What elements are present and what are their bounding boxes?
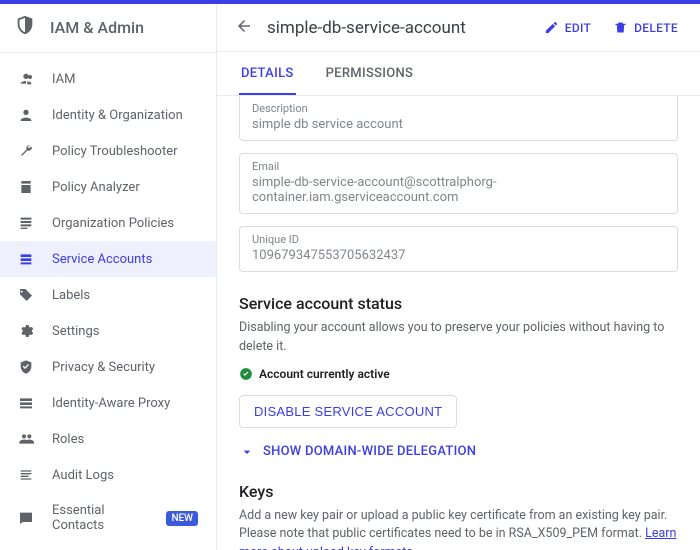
tag-icon xyxy=(18,287,34,303)
keys-helper: Add a new key pair or upload a public ke… xyxy=(239,507,678,550)
proxy-icon xyxy=(18,395,34,411)
arrow-left-icon xyxy=(235,17,253,35)
unique-id-field: Unique ID 109679347553705632437 xyxy=(239,226,678,272)
sidebar-item-org-policies[interactable]: Organization Policies xyxy=(0,205,216,241)
sidebar-list: IAM Identity & Organization Policy Troub… xyxy=(0,53,216,550)
analyzer-icon xyxy=(18,179,34,195)
check-circle-icon xyxy=(239,367,253,381)
sidebar-item-label: Identity & Organization xyxy=(52,108,183,123)
sidebar: IAM & Admin IAM Identity & Organization … xyxy=(0,4,217,550)
service-account-icon xyxy=(18,251,34,267)
product-header: IAM & Admin xyxy=(0,4,216,53)
shield-check-icon xyxy=(18,359,34,375)
tabs: DETAILS PERMISSIONS xyxy=(217,52,700,96)
disable-service-account-button[interactable]: DISABLE SERVICE ACCOUNT xyxy=(239,395,457,428)
sidebar-item-roles[interactable]: Roles xyxy=(0,421,216,457)
edit-label: EDIT xyxy=(565,21,591,35)
status-heading: Service account status xyxy=(239,294,678,313)
edit-button[interactable]: EDIT xyxy=(540,14,595,41)
details-content: Description simple db service account Em… xyxy=(217,96,700,550)
sidebar-item-label: Essential Contacts xyxy=(52,503,144,533)
main-panel: simple-db-service-account EDIT DELETE DE… xyxy=(217,4,700,550)
tab-permissions[interactable]: PERMISSIONS xyxy=(324,52,416,95)
people-icon xyxy=(18,71,34,87)
sidebar-item-label: Policy Analyzer xyxy=(52,180,140,195)
logs-icon xyxy=(18,467,34,483)
sidebar-item-labels[interactable]: Labels xyxy=(0,277,216,313)
email-label: Email xyxy=(252,160,665,173)
sidebar-item-label: Audit Logs xyxy=(52,468,114,483)
sidebar-item-policy-analyzer[interactable]: Policy Analyzer xyxy=(0,169,216,205)
sidebar-item-label: Labels xyxy=(52,288,90,303)
delete-button[interactable]: DELETE xyxy=(609,14,682,41)
sidebar-item-settings[interactable]: Settings xyxy=(0,313,216,349)
list-icon xyxy=(18,215,34,231)
contacts-icon xyxy=(18,510,34,526)
roles-icon xyxy=(18,431,34,447)
gear-icon xyxy=(18,323,34,339)
sidebar-item-iam[interactable]: IAM xyxy=(0,61,216,97)
delete-label: DELETE xyxy=(634,21,678,35)
shield-icon xyxy=(14,14,36,40)
sidebar-item-label: Organization Policies xyxy=(52,216,174,231)
product-title: IAM & Admin xyxy=(50,18,144,37)
sidebar-item-iap[interactable]: Identity-Aware Proxy xyxy=(0,385,216,421)
pencil-icon xyxy=(544,20,559,35)
person-icon xyxy=(18,107,34,123)
sidebar-item-service-accounts[interactable]: Service Accounts xyxy=(0,241,216,277)
main-header: simple-db-service-account EDIT DELETE xyxy=(217,4,700,52)
unique-id-value: 109679347553705632437 xyxy=(252,248,665,263)
back-button[interactable] xyxy=(235,17,253,39)
keys-heading: Keys xyxy=(239,482,678,501)
show-delegation-toggle[interactable]: SHOW DOMAIN-WIDE DELEGATION xyxy=(239,444,678,460)
email-field: Email simple-db-service-account@scottral… xyxy=(239,153,678,214)
chevron-down-icon xyxy=(239,444,255,460)
sidebar-item-label: Service Accounts xyxy=(52,252,152,267)
sidebar-item-identity-org[interactable]: Identity & Organization xyxy=(0,97,216,133)
keys-helper-text: Add a new key pair or upload a public ke… xyxy=(239,508,667,542)
sidebar-item-policy-troubleshooter[interactable]: Policy Troubleshooter xyxy=(0,133,216,169)
description-label: Description xyxy=(252,102,665,115)
status-helper: Disabling your account allows you to pre… xyxy=(239,319,678,357)
sidebar-item-label: Privacy & Security xyxy=(52,360,155,375)
trash-icon xyxy=(613,20,628,35)
sidebar-item-essential-contacts[interactable]: Essential Contacts NEW xyxy=(0,493,216,543)
unique-id-label: Unique ID xyxy=(252,233,665,246)
app-root: IAM & Admin IAM Identity & Organization … xyxy=(0,4,700,550)
status-row: Account currently active xyxy=(239,367,678,381)
email-value: simple-db-service-account@scottralphorg-… xyxy=(252,175,665,205)
new-badge: NEW xyxy=(166,511,198,526)
sidebar-item-groups[interactable]: Groups xyxy=(0,543,216,550)
description-field: Description simple db service account xyxy=(239,96,678,141)
sidebar-item-audit-logs[interactable]: Audit Logs xyxy=(0,457,216,493)
tab-details[interactable]: DETAILS xyxy=(239,52,296,95)
page-title: simple-db-service-account xyxy=(267,18,526,38)
wrench-icon xyxy=(18,143,34,159)
show-delegation-label: SHOW DOMAIN-WIDE DELEGATION xyxy=(263,444,476,459)
sidebar-item-label: Policy Troubleshooter xyxy=(52,144,178,159)
description-value: simple db service account xyxy=(252,117,665,132)
sidebar-item-label: Settings xyxy=(52,324,99,339)
sidebar-item-label: Roles xyxy=(52,432,84,447)
sidebar-item-label: Identity-Aware Proxy xyxy=(52,396,170,411)
sidebar-item-label: IAM xyxy=(52,72,75,87)
status-text: Account currently active xyxy=(259,367,390,381)
sidebar-item-privacy-security[interactable]: Privacy & Security xyxy=(0,349,216,385)
